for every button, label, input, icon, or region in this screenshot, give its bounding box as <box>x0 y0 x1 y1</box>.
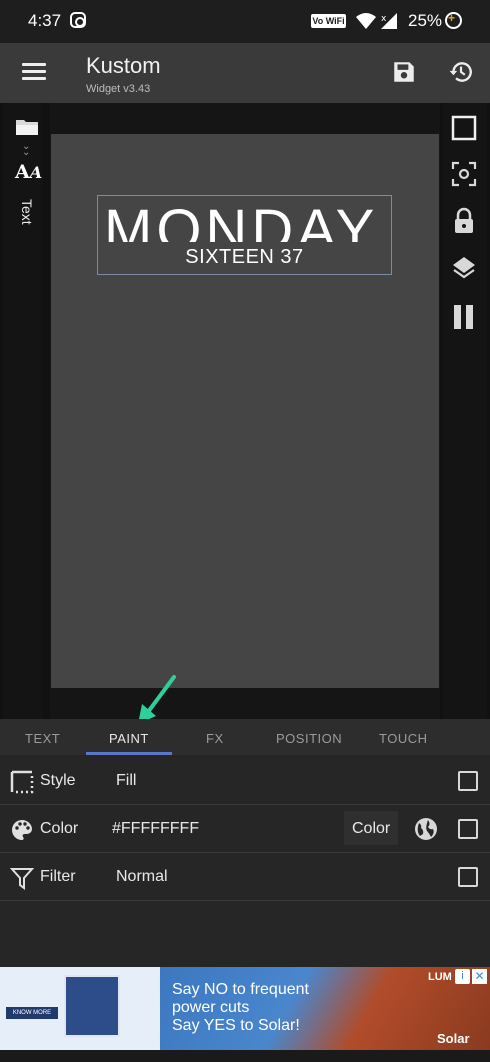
filter-label: Filter <box>40 868 76 885</box>
text-type-icon[interactable]: AA <box>15 161 42 183</box>
ad-brand-top: LUM <box>428 971 452 983</box>
vowifi-badge: Vo WiFi <box>311 14 346 28</box>
ad-line-3: Say YES to Solar! <box>172 1017 300 1034</box>
widget-day-text: MONDAY <box>104 202 379 242</box>
dotted-square-icon <box>10 770 34 794</box>
ad-logo: KNOW MORE <box>6 1007 58 1019</box>
color-row[interactable]: Color #FFFFFFFF Color <box>0 805 490 853</box>
filter-value[interactable]: Normal <box>116 868 168 886</box>
style-label: Style <box>40 772 76 789</box>
history-icon[interactable] <box>448 59 474 85</box>
battery-percent: 25% <box>408 11 443 30</box>
ad-brand-bottom: Solar <box>437 1031 470 1046</box>
instagram-icon <box>70 12 86 28</box>
right-rail <box>443 103 487 719</box>
color-value[interactable]: #FFFFFFFF <box>112 820 199 838</box>
editor-area: ⌄ ⌄ AA Text MONDAY SIXTEEN 37 <box>0 103 490 719</box>
save-icon[interactable] <box>391 59 417 85</box>
layer-type-label: Text <box>19 199 35 225</box>
folder-icon[interactable] <box>15 117 39 137</box>
preview-canvas[interactable]: MONDAY SIXTEEN 37 <box>51 134 439 688</box>
tab-paint[interactable]: PAINT <box>109 731 149 746</box>
tab-fx[interactable]: FX <box>206 731 224 746</box>
app-subtitle: Widget v3.43 <box>86 83 151 95</box>
system-nav-bar <box>0 1050 490 1062</box>
filter-row[interactable]: Filter Normal <box>0 853 490 901</box>
tab-touch[interactable]: TOUCH <box>379 731 427 746</box>
solar-panel-image <box>64 975 120 1037</box>
svg-text:x: x <box>381 14 387 24</box>
focus-icon[interactable] <box>451 161 477 187</box>
ad-image-left: KNOW MORE <box>0 967 165 1050</box>
tab-position[interactable]: POSITION <box>276 731 342 746</box>
layers-icon[interactable] <box>451 255 477 283</box>
lock-icon[interactable] <box>451 207 477 235</box>
color-picker-button[interactable]: Color <box>344 811 399 845</box>
style-value[interactable]: Fill <box>116 772 136 790</box>
app-title: Kustom <box>86 53 161 78</box>
status-time: 4:37 <box>28 11 62 30</box>
selected-text-layer[interactable]: MONDAY SIXTEEN 37 <box>97 195 392 275</box>
left-rail: ⌄ ⌄ AA Text <box>3 103 43 719</box>
globe-icon[interactable] <box>413 816 439 842</box>
tab-text[interactable]: TEXT <box>25 731 60 746</box>
filter-formula-checkbox[interactable] <box>458 867 478 887</box>
editor-tabs: TEXT PAINT FX POSITION TOUCH <box>0 719 490 755</box>
square-icon[interactable] <box>451 115 477 141</box>
ad-line-1: Say NO to frequent <box>172 981 309 998</box>
ad-close-icon[interactable]: ✕ <box>472 969 487 984</box>
double-chevron-icon[interactable]: ⌄ ⌄ <box>22 142 30 158</box>
funnel-icon <box>10 868 34 890</box>
battery-saver-icon <box>445 11 462 29</box>
color-formula-checkbox[interactable] <box>458 819 478 839</box>
status-bar: 4:37 Vo WiFi x 25% <box>0 0 490 43</box>
menu-icon[interactable] <box>22 63 46 81</box>
properties-panel: Style Fill Color #FFFFFFFF Color Filter … <box>0 755 490 967</box>
widget-time-text: SIXTEEN 37 <box>185 246 304 268</box>
ad-info-icon[interactable]: i <box>455 969 470 984</box>
pause-icon[interactable] <box>451 303 477 331</box>
ad-line-2: power cuts <box>172 999 250 1016</box>
style-row[interactable]: Style Fill <box>0 757 490 805</box>
app-bar: Kustom Widget v3.43 <box>0 43 490 103</box>
style-formula-checkbox[interactable] <box>458 771 478 791</box>
signal-icon: x <box>381 13 397 29</box>
ad-banner[interactable]: KNOW MORE Say NO to frequent power cuts … <box>0 967 490 1050</box>
wifi-icon <box>356 13 376 29</box>
palette-icon <box>12 820 32 840</box>
color-label: Color <box>40 820 79 837</box>
